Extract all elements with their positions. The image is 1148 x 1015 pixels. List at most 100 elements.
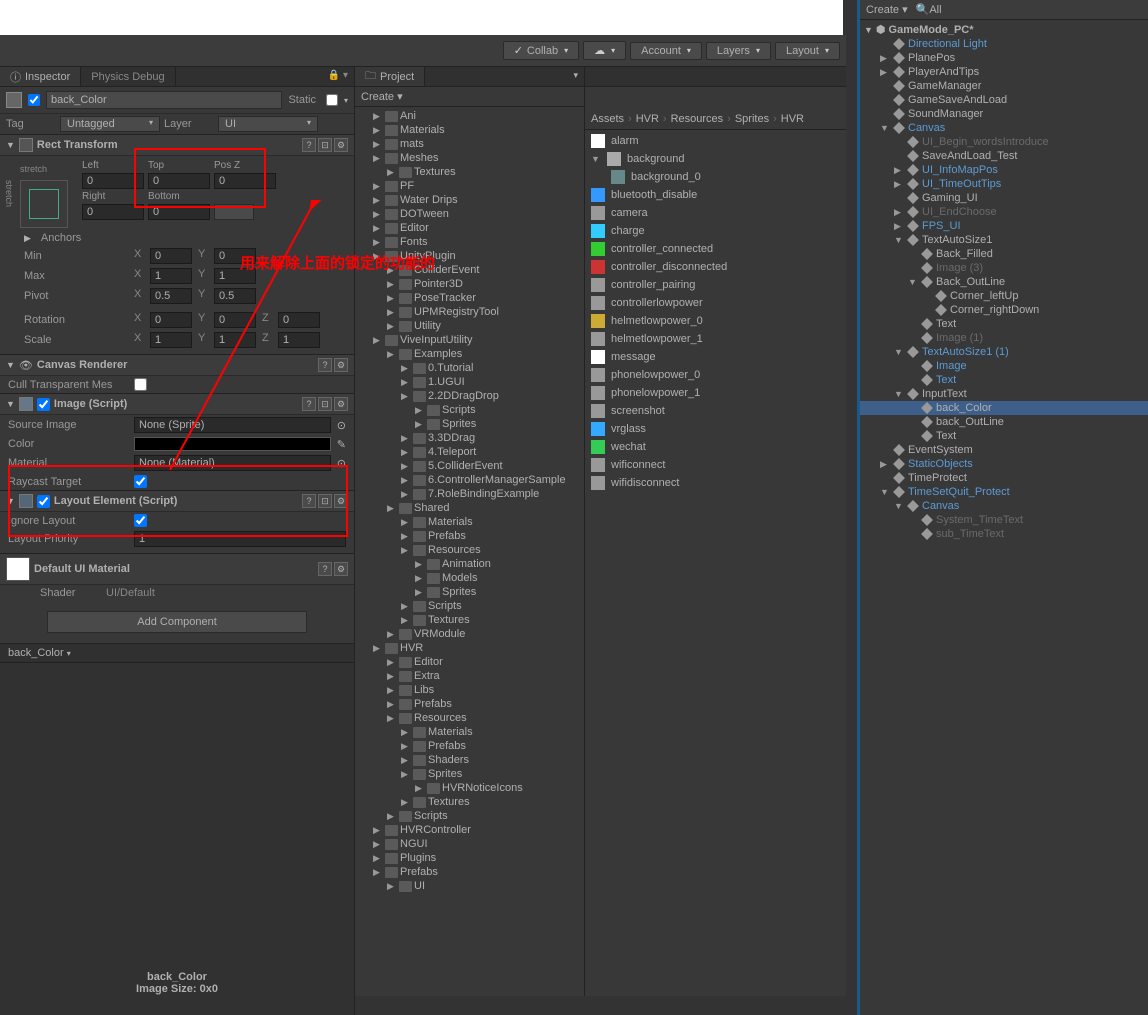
layout-button[interactable]: Layout: [775, 42, 840, 60]
hierarchy-item[interactable]: Text: [860, 373, 1148, 387]
asset-item[interactable]: controllerlowpower: [585, 294, 846, 312]
rot-z[interactable]: [278, 312, 320, 328]
breadcrumb-item[interactable]: Resources: [671, 113, 724, 125]
lock-icon[interactable]: 🔒 ▾: [322, 67, 354, 86]
foldout-icon[interactable]: ▶: [387, 349, 397, 360]
foldout-icon[interactable]: ▶: [401, 741, 411, 752]
folder-item[interactable]: ▶HVRNoticeIcons: [355, 781, 584, 795]
foldout-icon[interactable]: ▶: [880, 53, 890, 64]
material-field[interactable]: None (Material): [134, 455, 331, 471]
hierarchy-item[interactable]: SoundManager: [860, 107, 1148, 121]
foldout-icon[interactable]: ▶: [880, 67, 890, 78]
scale-z[interactable]: [278, 332, 320, 348]
asset-item[interactable]: wifidisconnect: [585, 474, 846, 492]
folder-item[interactable]: ▶6.ControllerManagerSample: [355, 473, 584, 487]
folder-item[interactable]: ▶Plugins: [355, 851, 584, 865]
folder-item[interactable]: ▶Animation: [355, 557, 584, 571]
folder-item[interactable]: ▶Materials: [355, 515, 584, 529]
asset-item[interactable]: controller_pairing: [585, 276, 846, 294]
foldout-icon[interactable]: ▼: [880, 487, 890, 497]
foldout-icon[interactable]: ▶: [387, 657, 397, 668]
folder-item[interactable]: ▶Sprites: [355, 417, 584, 431]
preview-header[interactable]: back_Color ▾: [0, 643, 354, 663]
foldout-icon[interactable]: ▶: [401, 755, 411, 766]
image-component-header[interactable]: ▼ Image (Script) ?⊡⚙: [0, 393, 354, 415]
asset-item[interactable]: ▼background: [585, 150, 846, 168]
hierarchy-item[interactable]: System_TimeText: [860, 513, 1148, 527]
foldout-icon[interactable]: ▶: [880, 459, 890, 470]
folder-item[interactable]: ▶Water Drips: [355, 193, 584, 207]
folder-item[interactable]: ▶Prefabs: [355, 865, 584, 879]
folder-item[interactable]: ▶0.Tutorial: [355, 361, 584, 375]
hierarchy-item[interactable]: ▼Canvas: [860, 499, 1148, 513]
folder-item[interactable]: ▶Prefabs: [355, 697, 584, 711]
hierarchy-item[interactable]: Back_Filled: [860, 247, 1148, 261]
hierarchy-item[interactable]: ▼TextAutoSize1: [860, 233, 1148, 247]
hierarchy-item[interactable]: sub_TimeText: [860, 527, 1148, 541]
foldout-icon[interactable]: ▶: [415, 573, 425, 584]
folder-item[interactable]: ▶UI: [355, 879, 584, 893]
asset-item[interactable]: helmetlowpower_1: [585, 330, 846, 348]
cull-checkbox[interactable]: [134, 378, 147, 391]
layout-element-header[interactable]: ▼ Layout Element (Script) ?⊡⚙: [0, 490, 354, 512]
account-button[interactable]: Account: [630, 42, 702, 60]
foldout-icon[interactable]: ▶: [415, 419, 425, 430]
hierarchy-item[interactable]: TimeProtect: [860, 471, 1148, 485]
hierarchy-item[interactable]: Directional Light: [860, 37, 1148, 51]
add-component-button[interactable]: Add Component: [47, 611, 307, 633]
foldout-icon[interactable]: ▶: [894, 165, 904, 176]
hierarchy-item[interactable]: Corner_leftUp: [860, 289, 1148, 303]
layers-button[interactable]: Layers: [706, 42, 771, 60]
asset-item[interactable]: controller_disconnected: [585, 258, 846, 276]
hierarchy-item[interactable]: ▶UI_EndChoose: [860, 205, 1148, 219]
layer-dropdown[interactable]: UI: [218, 116, 318, 132]
foldout-icon[interactable]: ▶: [401, 531, 411, 542]
rect-transform-header[interactable]: ▼ Rect Transform ?⊡⚙: [0, 134, 354, 156]
foldout-icon[interactable]: ▶: [387, 629, 397, 640]
breadcrumb-item[interactable]: Sprites: [735, 113, 769, 125]
folder-item[interactable]: ▶Utility: [355, 319, 584, 333]
foldout-icon[interactable]: ▶: [401, 489, 411, 500]
hierarchy-item[interactable]: GameSaveAndLoad: [860, 93, 1148, 107]
source-image-field[interactable]: None (Sprite): [134, 417, 331, 433]
foldout-icon[interactable]: ▶: [373, 195, 383, 206]
posz-field[interactable]: [214, 173, 276, 189]
foldout-icon[interactable]: ▶: [401, 391, 411, 402]
folder-item[interactable]: ▶4.Teleport: [355, 445, 584, 459]
foldout-icon[interactable]: ▶: [387, 699, 397, 710]
asset-item[interactable]: phonelowpower_1: [585, 384, 846, 402]
foldout-icon[interactable]: ▶: [387, 321, 397, 332]
folder-item[interactable]: ▶Extra: [355, 669, 584, 683]
hierarchy-item[interactable]: ▶PlanePos: [860, 51, 1148, 65]
folder-item[interactable]: ▶2.2DDragDrop: [355, 389, 584, 403]
rot-y[interactable]: [214, 312, 256, 328]
foldout-icon[interactable]: ▶: [415, 559, 425, 570]
foldout-icon[interactable]: ▶: [401, 615, 411, 626]
foldout-icon[interactable]: ▼: [894, 501, 904, 511]
foldout-icon[interactable]: ▶: [373, 111, 383, 122]
folder-item[interactable]: ▶Scripts: [355, 403, 584, 417]
folder-item[interactable]: ▶PF: [355, 179, 584, 193]
hierarchy-item[interactable]: EventSystem: [860, 443, 1148, 457]
blueprint-button[interactable]: [214, 204, 254, 220]
breadcrumb-item[interactable]: HVR: [636, 113, 659, 125]
eyedropper-icon[interactable]: ✎: [337, 438, 346, 451]
folder-item[interactable]: ▶Resources: [355, 543, 584, 557]
foldout-icon[interactable]: ▶: [401, 447, 411, 458]
folder-item[interactable]: ▶1.UGUI: [355, 375, 584, 389]
asset-item[interactable]: controller_connected: [585, 240, 846, 258]
hierarchy-item[interactable]: back_Color: [860, 401, 1148, 415]
hierarchy-item[interactable]: Image (3): [860, 261, 1148, 275]
pivot-y[interactable]: [214, 288, 256, 304]
rot-x[interactable]: [150, 312, 192, 328]
foldout-icon[interactable]: ▶: [373, 139, 383, 150]
folder-item[interactable]: ▶Materials: [355, 123, 584, 137]
ignore-layout-checkbox[interactable]: [134, 514, 147, 527]
asset-item[interactable]: wechat: [585, 438, 846, 456]
folder-item[interactable]: ▶Shared: [355, 501, 584, 515]
breadcrumb-item[interactable]: Assets: [591, 113, 624, 125]
foldout-icon[interactable]: ▶: [401, 433, 411, 444]
asset-item[interactable]: camera: [585, 204, 846, 222]
scale-y[interactable]: [214, 332, 256, 348]
asset-item[interactable]: phonelowpower_0: [585, 366, 846, 384]
